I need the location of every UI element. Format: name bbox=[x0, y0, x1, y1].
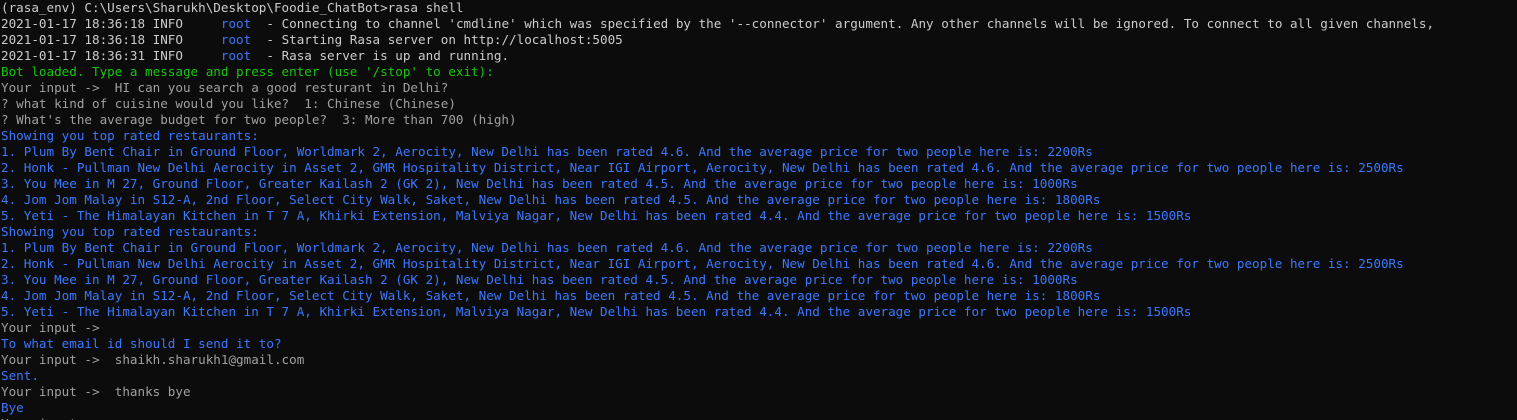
terminal-line: Showing you top rated restaurants: bbox=[1, 224, 1517, 240]
terminal-line: Your input -> bbox=[1, 416, 1517, 420]
terminal-text-segment: Your input -> bbox=[1, 416, 100, 420]
terminal-text-segment: shaikh.sharukh1@gmail.com bbox=[114, 352, 305, 367]
terminal-text-segment: 1. Plum By Bent Chair in Ground Floor, W… bbox=[1, 240, 1093, 255]
terminal-line: 2021-01-17 18:36:18 INFO root - Starting… bbox=[1, 32, 1517, 48]
terminal-text-segment: Your input -> bbox=[1, 352, 115, 367]
terminal-text-segment: root bbox=[220, 48, 252, 63]
terminal-text-segment: Your input -> bbox=[1, 384, 115, 399]
terminal-text-segment: 4. Jom Jom Malay in S12-A, 2nd Floor, Se… bbox=[1, 192, 1101, 207]
terminal-text-segment: root bbox=[220, 16, 252, 31]
terminal-text-segment: - Rasa server is up and running. bbox=[251, 48, 510, 63]
terminal-line: 4. Jom Jom Malay in S12-A, 2nd Floor, Se… bbox=[1, 288, 1517, 304]
terminal-text-segment: Bot loaded. Type a message and press ent… bbox=[1, 64, 494, 79]
terminal-line: (rasa_env) C:\Users\Sharukh\Desktop\Food… bbox=[1, 0, 1517, 16]
terminal-line: To what email id should I send it to? bbox=[1, 336, 1517, 352]
terminal-line: Your input -> shaikh.sharukh1@gmail.com bbox=[1, 352, 1517, 368]
terminal-text-segment: Sent. bbox=[1, 368, 39, 383]
terminal-line: 5. Yeti - The Himalayan Kitchen in T 7 A… bbox=[1, 304, 1517, 320]
terminal-text-segment: thanks bye bbox=[114, 384, 191, 399]
terminal-text-segment: Your input -> bbox=[1, 80, 115, 95]
terminal-line: Showing you top rated restaurants: bbox=[1, 128, 1517, 144]
terminal-text-segment: HI can you search a good resturant in De… bbox=[114, 80, 449, 95]
terminal-text-segment: ? What's the average budget for two peop… bbox=[1, 112, 517, 127]
terminal-text-segment: 2021-01-17 18:36:18 INFO bbox=[1, 32, 221, 47]
terminal-text-segment: 4. Jom Jom Malay in S12-A, 2nd Floor, Se… bbox=[1, 288, 1101, 303]
terminal-text-segment: root bbox=[220, 32, 252, 47]
terminal-text-segment: 2021-01-17 18:36:18 INFO bbox=[1, 16, 221, 31]
terminal-text-segment: Showing you top rated restaurants: bbox=[1, 224, 259, 239]
terminal-line: 2. Honk - Pullman New Delhi Aerocity in … bbox=[1, 256, 1517, 272]
terminal-line: 2021-01-17 18:36:31 INFO root - Rasa ser… bbox=[1, 48, 1517, 64]
terminal-line: Your input -> HI can you search a good r… bbox=[1, 80, 1517, 96]
terminal-text-segment: 3. You Mee in M 27, Ground Floor, Greate… bbox=[1, 176, 1078, 191]
terminal-text-segment: Bye bbox=[1, 400, 24, 415]
terminal-text-segment: 5. Yeti - The Himalayan Kitchen in T 7 A… bbox=[1, 304, 1192, 319]
terminal-line: 2. Honk - Pullman New Delhi Aerocity in … bbox=[1, 160, 1517, 176]
terminal-line: 1. Plum By Bent Chair in Ground Floor, W… bbox=[1, 240, 1517, 256]
terminal-text-segment: Showing you top rated restaurants: bbox=[1, 128, 259, 143]
terminal-text-segment: 2021-01-17 18:36:31 INFO bbox=[1, 48, 221, 63]
terminal-line: 4. Jom Jom Malay in S12-A, 2nd Floor, Se… bbox=[1, 192, 1517, 208]
terminal-text-segment: 2. Honk - Pullman New Delhi Aerocity in … bbox=[1, 160, 1404, 175]
terminal-text-segment: (rasa_env) C:\Users\Sharukh\Desktop\Food… bbox=[1, 0, 464, 15]
terminal-line: Bye bbox=[1, 400, 1517, 416]
terminal-line: 2021-01-17 18:36:18 INFO root - Connecti… bbox=[1, 16, 1517, 32]
terminal-text-segment: 2. Honk - Pullman New Delhi Aerocity in … bbox=[1, 256, 1404, 271]
terminal-line: ? what kind of cuisine would you like? 1… bbox=[1, 96, 1517, 112]
terminal-line: 5. Yeti - The Himalayan Kitchen in T 7 A… bbox=[1, 208, 1517, 224]
terminal-text-segment: 5. Yeti - The Himalayan Kitchen in T 7 A… bbox=[1, 208, 1192, 223]
terminal-line: 3. You Mee in M 27, Ground Floor, Greate… bbox=[1, 272, 1517, 288]
terminal-text-segment: 1. Plum By Bent Chair in Ground Floor, W… bbox=[1, 144, 1093, 159]
terminal-line: ? What's the average budget for two peop… bbox=[1, 112, 1517, 128]
terminal-window[interactable]: (rasa_env) C:\Users\Sharukh\Desktop\Food… bbox=[0, 0, 1517, 420]
terminal-text-segment: - Starting Rasa server on http://localho… bbox=[251, 32, 623, 47]
terminal-line: Your input -> bbox=[1, 320, 1517, 336]
terminal-line: 1. Plum By Bent Chair in Ground Floor, W… bbox=[1, 144, 1517, 160]
terminal-text-segment: - Connecting to channel 'cmdline' which … bbox=[251, 16, 1435, 31]
terminal-line: Bot loaded. Type a message and press ent… bbox=[1, 64, 1517, 80]
terminal-text-segment: To what email id should I send it to? bbox=[1, 336, 282, 351]
terminal-text-segment: 3. You Mee in M 27, Ground Floor, Greate… bbox=[1, 272, 1078, 287]
terminal-line: Sent. bbox=[1, 368, 1517, 384]
terminal-line: Your input -> thanks bye bbox=[1, 384, 1517, 400]
terminal-text-segment: ? what kind of cuisine would you like? 1… bbox=[1, 96, 456, 111]
terminal-text-segment: Your input -> bbox=[1, 320, 100, 335]
terminal-line: 3. You Mee in M 27, Ground Floor, Greate… bbox=[1, 176, 1517, 192]
